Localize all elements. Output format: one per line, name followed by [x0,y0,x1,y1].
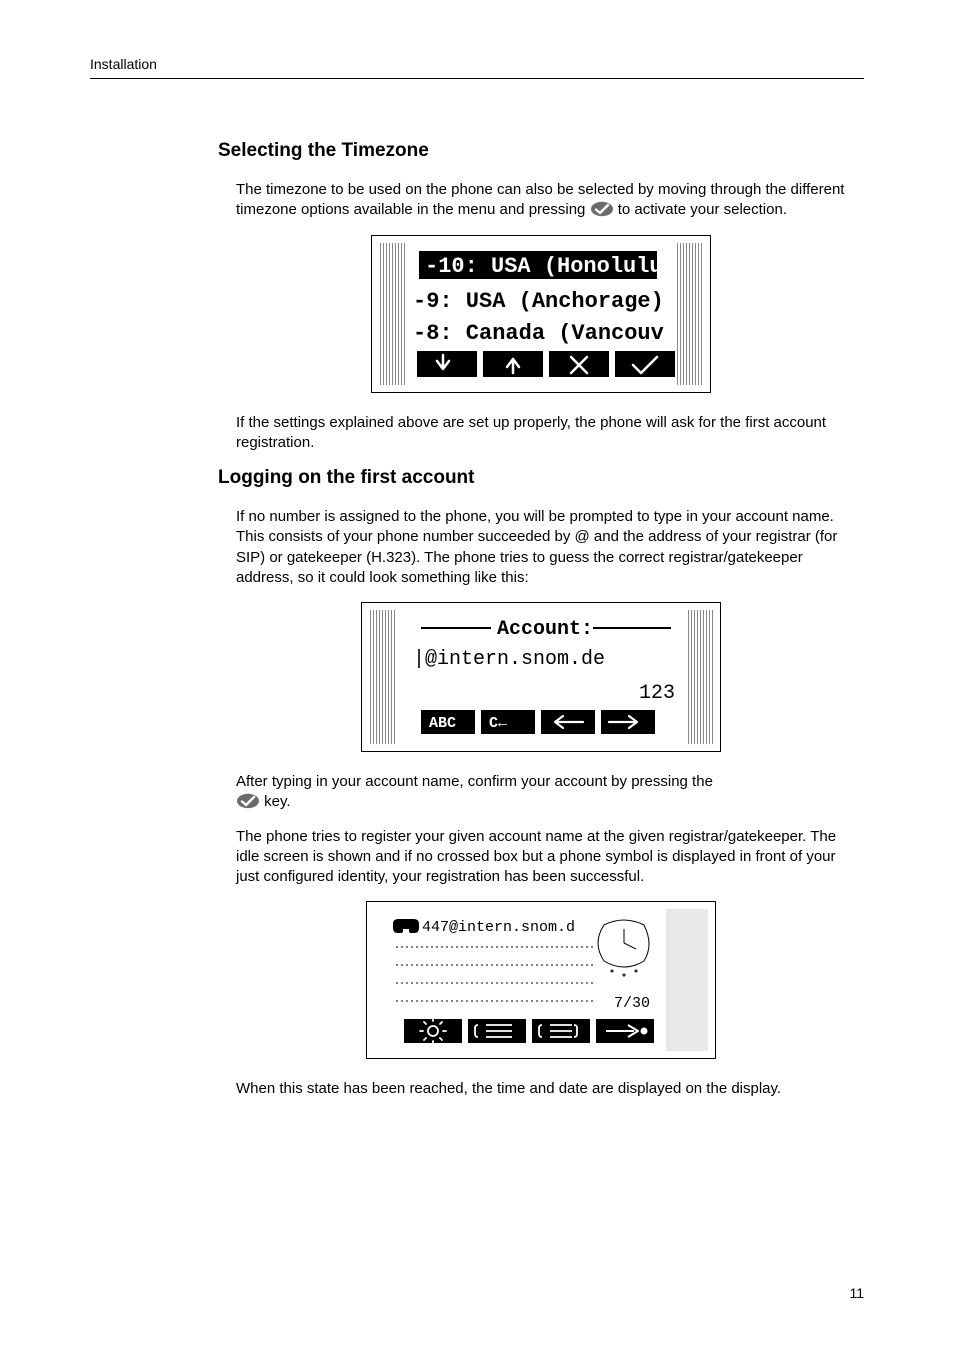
lcd-timezone-line1: -10: USA (Honolulu) [425,254,676,279]
section-title-logging: Logging on the first account [218,467,864,489]
lcd-timezone-screenshot: -10: USA (Honolulu) -9: USA (Anchorage) … [371,235,711,393]
lcd-idle-date: 7/30 [614,995,650,1012]
text-fragment: key. [260,793,291,810]
lcd-soft2: C← [489,715,507,732]
lcd-account-title: Account: [497,618,593,641]
section-title-timezone: Selecting the Timezone [218,140,864,162]
lcd-soft1: ABC [429,715,456,732]
lcd-timezone-line2: -9: USA (Anchorage) [413,289,664,314]
lcd-idle-identity: 447@intern.snom.d [422,919,575,936]
lcd-timezone-line3: -8: Canada (Vancouv [413,321,664,346]
lcd-account-mode: 123 [639,682,675,705]
timezone-paragraph-1: The timezone to be used on the phone can… [236,180,846,221]
lcd-idle-screenshot: 447@intern.snom.d 7/30 [366,901,716,1059]
text-fragment: After typing in your account name, confi… [236,773,713,790]
check-icon [236,793,260,809]
logging-paragraph-2: After typing in your account name, confi… [236,772,846,813]
page-number: 11 [849,1285,864,1301]
logging-paragraph-1: If no number is assigned to the phone, y… [236,507,846,588]
logging-paragraph-3: The phone tries to register your given a… [236,827,846,888]
check-icon [590,201,614,217]
running-header: Installation [90,56,157,72]
text-fragment: to activate your selection. [614,201,787,218]
timezone-paragraph-2: If the settings explained above are set … [236,413,846,454]
lcd-account-screenshot: Account: |@intern.snom.de 123 ABC C← [361,602,721,752]
header-rule [90,78,864,79]
logging-paragraph-4: When this state has been reached, the ti… [236,1079,846,1099]
lcd-account-value: |@intern.snom.de [413,648,605,671]
